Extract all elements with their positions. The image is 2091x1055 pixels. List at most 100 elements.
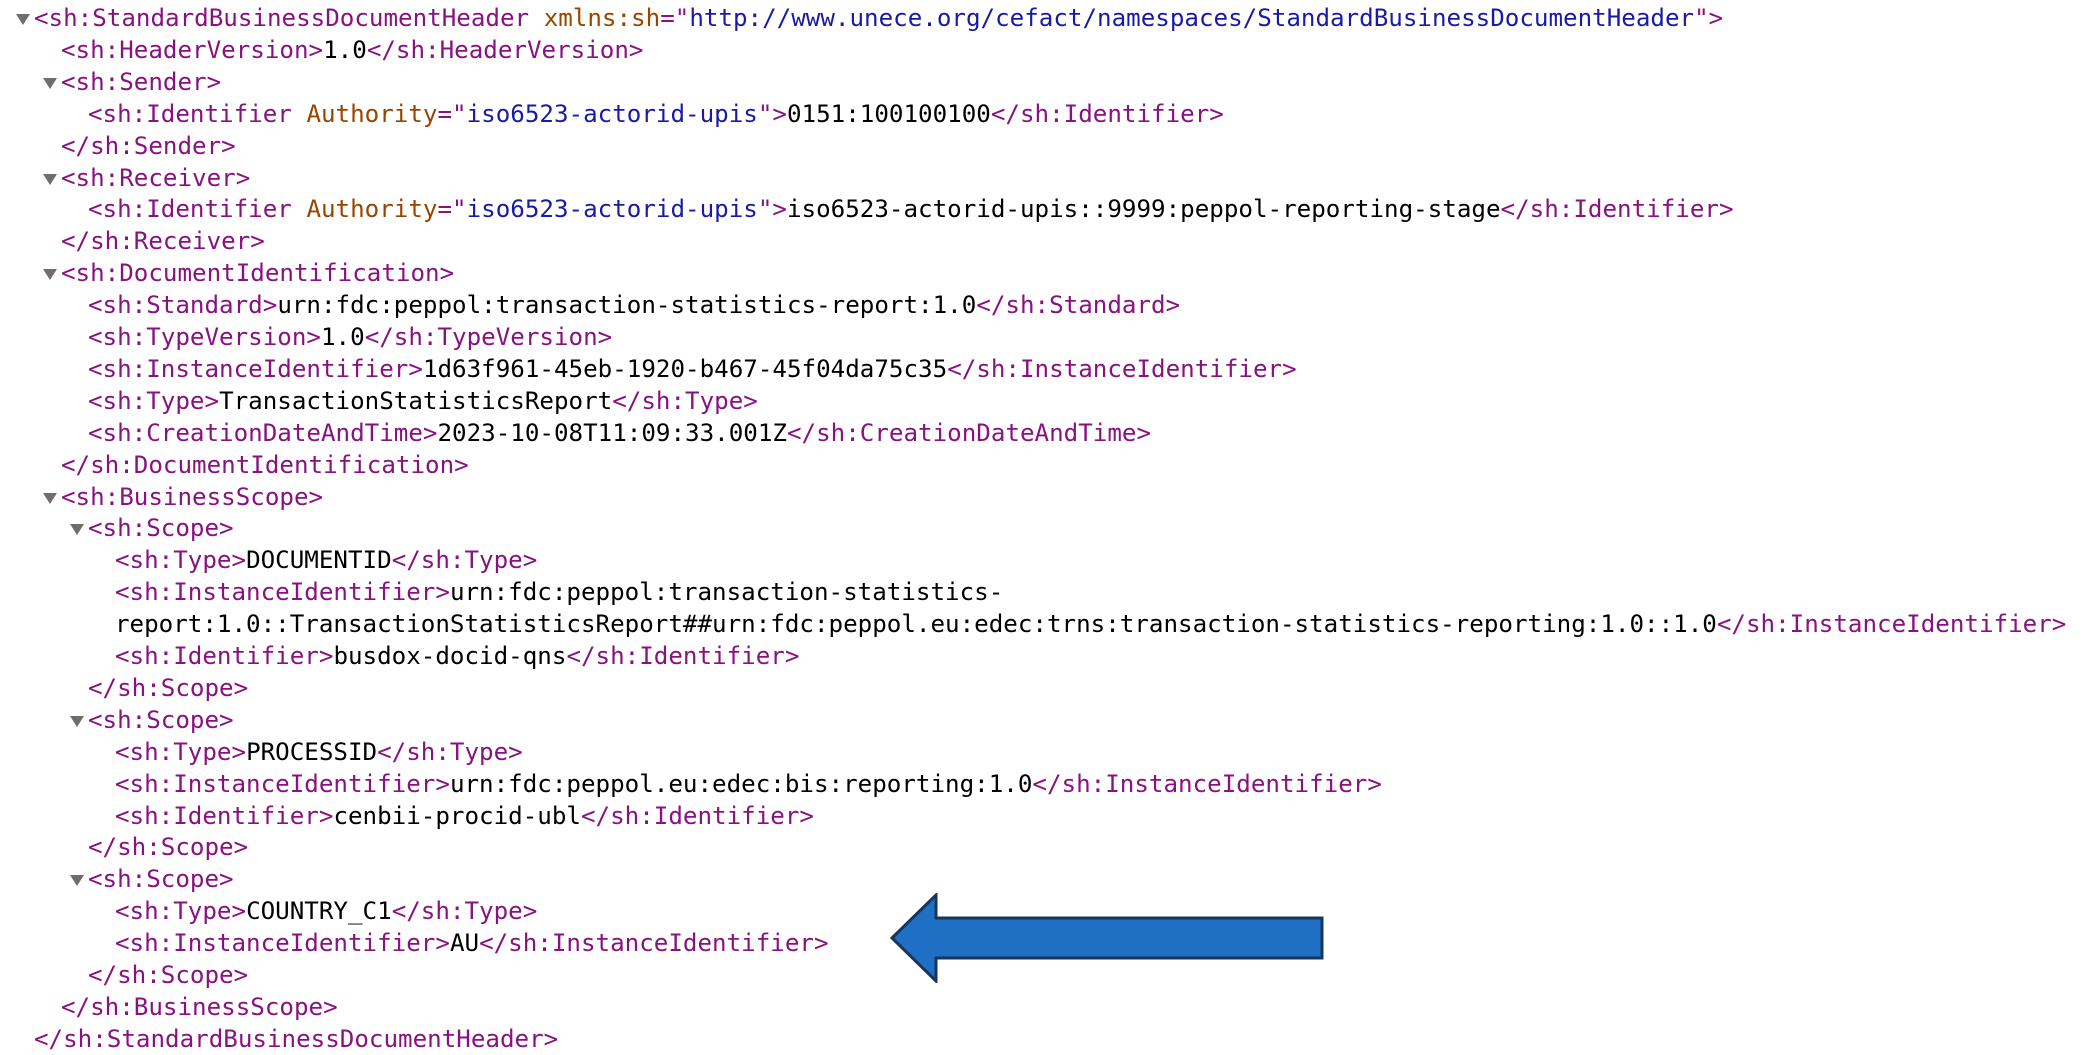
xml-tag-text: </sh:Identifier>	[1500, 195, 1734, 224]
xml-tag-text: <sh:Type>	[115, 737, 247, 766]
xml-tag-text: <sh:Type>	[88, 386, 220, 415]
xml-tag-text: <sh:Identifier	[88, 195, 307, 224]
xml-tag-text: <sh:DocumentIdentification>	[61, 259, 455, 288]
xml-tag-text: </sh:Type>	[612, 386, 758, 415]
xml-tag-text: </sh:HeaderVersion>	[366, 35, 644, 64]
xml-tag-text: </sh:InstanceIdentifier>	[1716, 610, 2067, 639]
xml-line-root-close: </sh:StandardBusinessDocumentHeader>	[0, 1023, 558, 1055]
xml-tag-text: <sh:CreationDateAndTime>	[88, 418, 438, 447]
xml-line-businessscope-close: </sh:BusinessScope>	[0, 991, 338, 1023]
xml-line-scope3-open: <sh:Scope>	[0, 863, 234, 895]
xml-line-creation-date: <sh:CreationDateAndTime>2023-10-08T11:09…	[0, 417, 1151, 449]
xml-tag-text: <sh:InstanceIdentifier>	[88, 354, 423, 383]
xml-tag-text: <sh:InstanceIdentifier>	[115, 769, 450, 798]
xml-tag-text: ="	[437, 99, 467, 128]
xml-line-type-version: <sh:TypeVersion>1.0</sh:TypeVersion>	[0, 321, 612, 353]
collapse-toggle-icon[interactable]	[68, 512, 86, 544]
xml-line-scope1-instance-a: <sh:InstanceIdentifier>urn:fdc:peppol:tr…	[0, 576, 1003, 608]
xml-attr-value: iso6523-actorid-upis	[466, 195, 758, 224]
xml-line-receiver-identifier: <sh:Identifier Authority="iso6523-actori…	[0, 193, 1734, 225]
xml-line-type: <sh:Type>TransactionStatisticsReport</sh…	[0, 385, 758, 417]
xml-tag-text: </sh:Receiver>	[61, 227, 265, 256]
collapse-toggle-icon[interactable]	[41, 66, 59, 98]
xml-tag-text: </sh:Identifier>	[581, 801, 814, 830]
xml-tag-text: </sh:Identifier>	[990, 99, 1224, 128]
xml-text-content: 1.0	[321, 323, 365, 351]
xml-tag-text: ">	[757, 99, 787, 128]
xml-line-receiver-open: <sh:Receiver>	[0, 162, 250, 194]
xml-tag-text: </sh:Type>	[391, 897, 538, 926]
xml-tag-text: ="	[437, 195, 467, 224]
xml-tag-text: <sh:Identifier>	[115, 642, 334, 670]
xml-tag-text: </sh:Sender>	[61, 131, 236, 160]
xml-tag-text: </sh:Standard>	[976, 291, 1181, 320]
xml-line-sender-identifier: <sh:Identifier Authority="iso6523-actori…	[0, 98, 1224, 130]
xml-line-scope3-instance: <sh:InstanceIdentifier>AU</sh:InstanceId…	[0, 927, 829, 959]
xml-tag-text: ">	[1694, 4, 1724, 32]
xml-attr-name: Authority	[306, 99, 438, 128]
xml-attr-name: xmlns:sh	[543, 4, 661, 32]
xml-text-content: 1d63f961-45eb-1920-b467-45f04da75c35	[422, 354, 948, 383]
xml-tag-text: </sh:Type>	[377, 737, 523, 766]
xml-text-content: report:1.0::TransactionStatisticsReport#…	[115, 610, 1717, 639]
xml-tag-text: <sh:InstanceIdentifier>	[115, 929, 450, 958]
xml-tree-viewer: <sh:StandardBusinessDocumentHeader xmlns…	[0, 0, 2091, 1053]
xml-attr-name: Authority	[306, 195, 438, 224]
xml-tag-text: <sh:InstanceIdentifier>	[115, 578, 450, 607]
xml-line-receiver-close: </sh:Receiver>	[0, 225, 265, 257]
xml-text-content: COUNTRY_C1	[246, 897, 392, 926]
collapse-toggle-icon[interactable]	[14, 2, 32, 34]
xml-line-header-version: <sh:HeaderVersion>1.0</sh:HeaderVersion>	[0, 34, 644, 66]
xml-tag-text: <sh:Type>	[115, 546, 247, 575]
xml-tag-text: <sh:TypeVersion>	[88, 323, 321, 351]
xml-text-content: urn:fdc:peppol:transaction-statistics-	[449, 578, 1004, 607]
xml-text-content: DOCUMENTID	[246, 546, 392, 575]
xml-attr-value: iso6523-actorid-upis	[466, 99, 758, 128]
xml-tag-text: <sh:Receiver>	[61, 163, 251, 192]
xml-tag-text: </sh:Identifier>	[566, 642, 800, 670]
xml-line-instance-identifier: <sh:InstanceIdentifier>1d63f961-45eb-192…	[0, 353, 1297, 385]
xml-line-businessscope-open: <sh:BusinessScope>	[0, 481, 323, 513]
xml-tag-text: </sh:Scope>	[88, 833, 249, 862]
xml-line-root-open: <sh:StandardBusinessDocumentHeader xmlns…	[0, 2, 1723, 34]
arrow-shape	[890, 893, 1324, 983]
xml-tag-text: <sh:Scope>	[88, 705, 234, 734]
xml-attr-value: http://www.unece.org/cefact/namespaces/S…	[689, 4, 1695, 32]
xml-line-scope1-open: <sh:Scope>	[0, 512, 234, 544]
collapse-toggle-icon[interactable]	[68, 704, 86, 736]
xml-tag-text: <sh:StandardBusinessDocumentHeader	[34, 4, 544, 32]
xml-tag-text: ">	[757, 195, 787, 224]
xml-line-sender-close: </sh:Sender>	[0, 130, 236, 162]
xml-tag-text: <sh:HeaderVersion>	[61, 35, 324, 64]
collapse-toggle-icon[interactable]	[41, 257, 59, 289]
xml-tag-text: </sh:InstanceIdentifier>	[1032, 769, 1382, 798]
xml-line-standard: <sh:Standard>urn:fdc:peppol:transaction-…	[0, 289, 1180, 321]
xml-text-content: urn:fdc:peppol:transaction-statistics-re…	[277, 291, 977, 320]
xml-tag-text: </sh:Scope>	[88, 961, 249, 989]
xml-text-content: 1.0	[323, 35, 367, 64]
xml-tag-text: </sh:Scope>	[88, 673, 249, 702]
xml-text-content: TransactionStatisticsReport	[219, 386, 613, 415]
xml-tag-text: </sh:DocumentIdentification>	[61, 450, 469, 479]
xml-tag-text: <sh:Identifier>	[115, 801, 334, 830]
left-arrow-icon	[890, 893, 1324, 983]
xml-tag-text: <sh:Scope>	[88, 514, 234, 543]
xml-tag-text: </sh:InstanceIdentifier>	[479, 929, 829, 958]
xml-text-content: urn:fdc:peppol.eu:edec:bis:reporting:1.0	[449, 769, 1033, 798]
xml-tag-text: <sh:BusinessScope>	[61, 482, 324, 511]
xml-text-content: iso6523-actorid-upis::9999:peppol-report…	[787, 195, 1501, 224]
xml-tag-text: <sh:Sender>	[61, 67, 222, 96]
xml-tag-text: <sh:Standard>	[88, 291, 278, 320]
xml-text-content: busdox-docid-qns	[333, 642, 567, 670]
xml-tag-text: ="	[660, 4, 690, 32]
collapse-toggle-icon[interactable]	[41, 481, 59, 513]
xml-line-scope1-close: </sh:Scope>	[0, 672, 248, 704]
xml-tag-text: </sh:TypeVersion>	[364, 323, 613, 351]
collapse-toggle-icon[interactable]	[41, 162, 59, 194]
collapse-toggle-icon[interactable]	[68, 863, 86, 895]
xml-tag-text: </sh:InstanceIdentifier>	[947, 354, 1297, 383]
xml-line-scope3-type: <sh:Type>COUNTRY_C1</sh:Type>	[0, 895, 537, 927]
xml-line-scope1-type: <sh:Type>DOCUMENTID</sh:Type>	[0, 544, 537, 576]
xml-text-content: PROCESSID	[246, 737, 378, 766]
xml-tag-text: </sh:CreationDateAndTime>	[787, 418, 1152, 447]
